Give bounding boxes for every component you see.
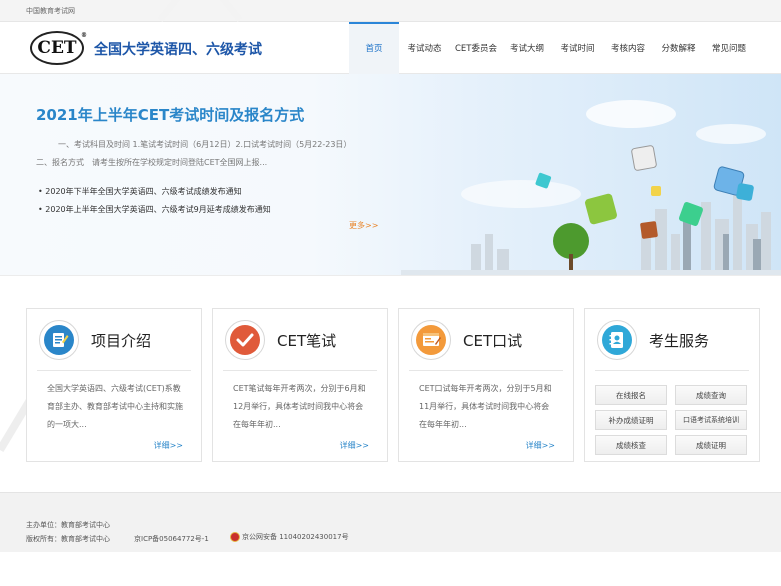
hero-description: 一、考试科目及时间 1.笔试考试时间（6月12日）2.口试考试时间（5月22-2… (36, 140, 352, 167)
footer-sponsor: 主办单位：教育部考试中心 (26, 521, 110, 529)
card-details-link[interactable]: 详细>> (526, 440, 555, 451)
card-header: 项目介绍 (37, 309, 191, 371)
top-utility-bar: 中国教育考试网 (0, 0, 781, 22)
police-badge-icon (230, 532, 240, 542)
news-item[interactable]: 2020年上半年全国大学英语四、六级考试9月延考成绩发布通知 (38, 201, 270, 219)
logo-text: CET (37, 38, 77, 58)
feature-cards: 项目介绍 全国大学英语四、六级考试(CET)系教育部主办、教育部考试中心主持和实… (26, 308, 760, 462)
nav-item-news[interactable]: 考试动态 (399, 22, 450, 74)
site-title: 全国大学英语四、六级考试 (94, 42, 262, 58)
checkmark-icon (225, 320, 265, 360)
hero-illustration (401, 100, 781, 275)
score-verification-button[interactable]: 成绩核查 (595, 435, 667, 455)
nav-item-syllabus[interactable]: 考试大纲 (502, 22, 552, 74)
card-title: CET笔试 (277, 332, 337, 350)
site-footer: 主办单位：教育部考试中心 版权所有：教育部考试中心 京ICP备05064772号… (0, 492, 781, 552)
card-header: CET笔试 (223, 309, 377, 371)
cet-logo[interactable]: CET ® (30, 31, 87, 65)
card-description: CET口试每年开考两次，分别于5月和11月举行，具体考试时间我中心将会在每年年初… (419, 384, 552, 429)
hero-banner: 2021年上半年CET考试时间及报名方式 一、考试科目及时间 1.笔试考试时间（… (0, 74, 781, 276)
oral-system-training-button[interactable]: 口语考试系统培训 (675, 410, 747, 430)
document-icon (39, 320, 79, 360)
card-header: 考生服务 (595, 309, 749, 371)
hero-headline[interactable]: 2021年上半年CET考试时间及报名方式 (36, 104, 304, 125)
site-header: CET ® 全国大学英语四、六级考试 首页 考试动态 CET委员会 考试大纲 考… (0, 22, 781, 74)
footer-copyright: 版权所有：教育部考试中心 (26, 535, 110, 543)
card-details-link[interactable]: 详细>> (154, 440, 183, 451)
main-nav: 首页 考试动态 CET委员会 考试大纲 考试时间 考核内容 分数解释 常见问题 (349, 22, 754, 74)
footer-icp[interactable]: 京ICP备05064772号-1 (134, 534, 209, 544)
card-header: CET口试 (409, 309, 563, 371)
registered-mark: ® (81, 32, 87, 39)
online-registration-button[interactable]: 在线报名 (595, 385, 667, 405)
hero-more-link[interactable]: 更多>> (349, 220, 378, 231)
score-certificate-button[interactable]: 成绩证明 (675, 435, 747, 455)
hero-news-list: 2020年下半年全国大学英语四、六级考试成绩发布通知 2020年上半年全国大学英… (38, 183, 271, 219)
nav-item-home[interactable]: 首页 (349, 22, 399, 74)
card-title: 项目介绍 (91, 332, 152, 350)
card-title: CET口试 (463, 332, 523, 350)
service-buttons: 在线报名 成绩查询 补办成绩证明 口语考试系统培训 成绩核查 成绩证明 (595, 385, 747, 455)
nav-item-content[interactable]: 考核内容 (603, 22, 653, 74)
card-candidate-services: 考生服务 在线报名 成绩查询 补办成绩证明 口语考试系统培训 成绩核查 成绩证明 (584, 308, 760, 462)
nav-item-schedule[interactable]: 考试时间 (552, 22, 603, 74)
card-description: 全国大学英语四、六级考试(CET)系教育部主办、教育部考试中心主持和实施的一项大… (47, 384, 183, 429)
site-network-label: 中国教育考试网 (26, 7, 75, 15)
police-record-text: 京公网安备 11040202430017号 (242, 533, 349, 541)
card-title: 考生服务 (649, 332, 710, 350)
card-description: CET笔试每年开考两次，分别于6月和12月举行，具体考试时间我中心将会在每年年初… (233, 384, 366, 429)
address-book-icon (597, 320, 637, 360)
score-query-button[interactable]: 成绩查询 (675, 385, 747, 405)
card-details-link[interactable]: 详细>> (340, 440, 369, 451)
nav-item-faq[interactable]: 常见问题 (704, 22, 754, 74)
footer-police-record[interactable]: 京公网安备 11040202430017号 (230, 532, 349, 542)
nav-item-committee[interactable]: CET委员会 (450, 22, 502, 74)
card-oral-test: CET口试 CET口试每年开考两次，分别于5月和11月举行，具体考试时间我中心将… (398, 308, 574, 462)
news-item[interactable]: 2020年下半年全国大学英语四、六级考试成绩发布通知 (38, 183, 271, 201)
card-project-intro: 项目介绍 全国大学英语四、六级考试(CET)系教育部主办、教育部考试中心主持和实… (26, 308, 202, 462)
browser-window-icon (411, 320, 451, 360)
card-written-test: CET笔试 CET笔试每年开考两次，分别于6月和12月举行，具体考试时间我中心将… (212, 308, 388, 462)
nav-item-scores[interactable]: 分数解释 (653, 22, 704, 74)
reissue-certificate-button[interactable]: 补办成绩证明 (595, 410, 667, 430)
